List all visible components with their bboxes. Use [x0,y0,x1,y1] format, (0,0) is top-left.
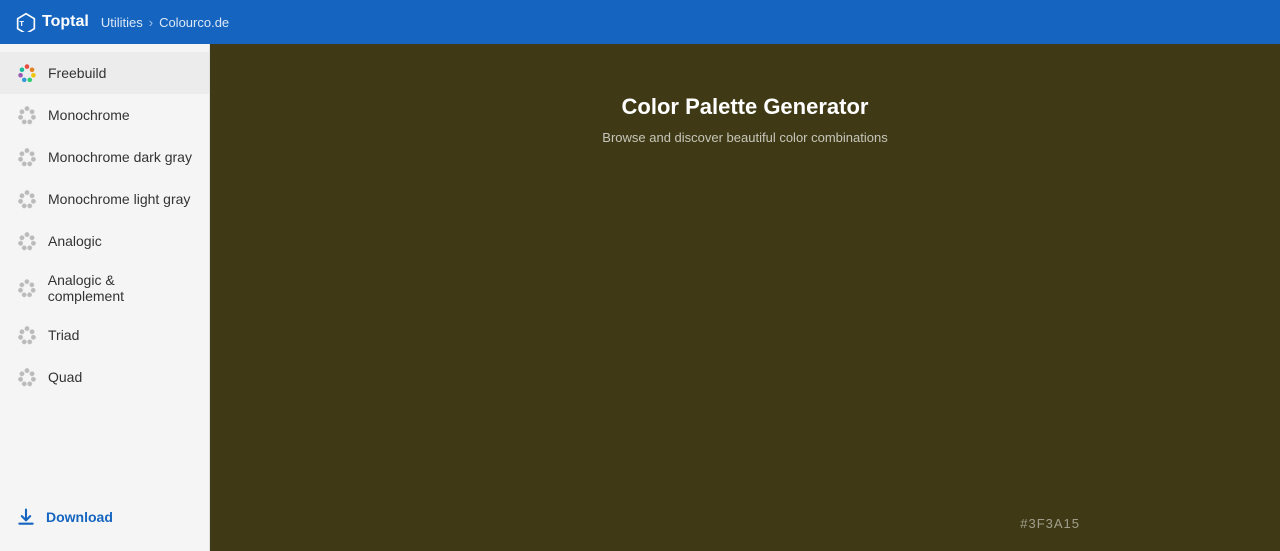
main-layout: Freebuild Monochrome [0,44,1280,551]
sidebar-item-triad[interactable]: Triad [0,314,209,356]
freebuild-icon [16,62,38,84]
toptal-logo-icon: T [16,12,36,32]
analogic-icon [16,230,38,252]
color-code: #3F3A15 [1020,516,1080,531]
page-subtitle: Browse and discover beautiful color comb… [602,130,887,145]
breadcrumb-separator: › [149,15,153,30]
sidebar-item-analogic[interactable]: Analogic [0,220,209,262]
toptal-logo-text: Toptal [42,13,89,31]
sidebar-item-monochrome-light[interactable]: Monochrome light gray [0,178,209,220]
monochrome-dark-icon [16,146,38,168]
page-title: Color Palette Generator [622,94,869,120]
download-icon [16,507,36,527]
sidebar-item-analogic-label: Analogic [48,233,102,249]
breadcrumb-colourcode: Colourco.de [159,15,229,30]
toptal-logo[interactable]: T Toptal [16,12,89,32]
sidebar-item-quad-label: Quad [48,369,82,385]
header: T Toptal Utilities › Colourco.de [0,0,1280,44]
sidebar-item-freebuild[interactable]: Freebuild [0,52,209,94]
download-button[interactable]: Download [0,497,209,543]
quad-icon [16,366,38,388]
content-area: Color Palette Generator Browse and disco… [210,44,1280,551]
sidebar-item-analogic-complement-label: Analogic & complement [48,272,193,304]
sidebar-item-triad-label: Triad [48,327,79,343]
download-label: Download [46,509,113,525]
sidebar-item-analogic-complement[interactable]: Analogic & complement [0,262,209,314]
sidebar-item-quad[interactable]: Quad [0,356,209,398]
svg-text:T: T [19,19,24,28]
sidebar-item-monochrome-label: Monochrome [48,107,130,123]
breadcrumb: Utilities › Colourco.de [101,15,229,30]
breadcrumb-utilities[interactable]: Utilities [101,15,143,30]
triad-icon [16,324,38,346]
sidebar: Freebuild Monochrome [0,44,210,551]
monochrome-icon [16,104,38,126]
sidebar-item-monochrome-dark-label: Monochrome dark gray [48,149,192,165]
sidebar-item-monochrome[interactable]: Monochrome [0,94,209,136]
monochrome-light-icon [16,188,38,210]
analogic-complement-icon [16,277,38,299]
sidebar-item-freebuild-label: Freebuild [48,65,106,81]
sidebar-item-monochrome-light-label: Monochrome light gray [48,191,190,207]
sidebar-item-monochrome-dark[interactable]: Monochrome dark gray [0,136,209,178]
